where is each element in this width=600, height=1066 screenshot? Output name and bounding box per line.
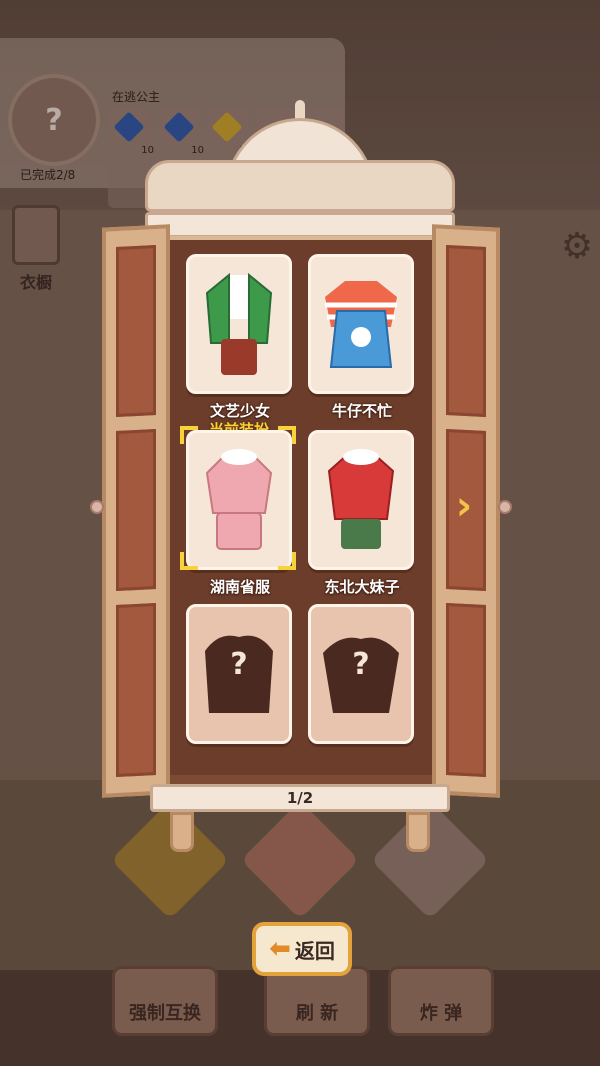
pink-pajama-outfit-icon xyxy=(205,449,273,550)
selection-bracket xyxy=(278,552,296,570)
outfit-name: 牛仔不忙 xyxy=(331,402,392,420)
arrow-left-icon: ⬅ xyxy=(269,934,291,964)
chevron-right-icon[interactable]: › xyxy=(448,482,480,530)
question-mark: ? xyxy=(352,647,370,682)
red-padded-coat-outfit-icon xyxy=(327,449,395,549)
overalls-outfit-icon xyxy=(325,281,397,368)
green-jacket-outfit-icon xyxy=(205,272,273,375)
outfit-name: 东北大妹子 xyxy=(324,578,400,596)
wardrobe-leg xyxy=(406,812,430,852)
question-mark: ? xyxy=(230,647,248,682)
outfit-card[interactable] xyxy=(308,254,414,394)
bomb-label: 炸 弹 xyxy=(419,1003,463,1024)
outfit-card-locked[interactable]: ? xyxy=(308,604,414,744)
outfit-name: 湖南省服 xyxy=(209,578,270,596)
door-knob-right xyxy=(498,500,512,514)
outfit-card[interactable] xyxy=(186,254,292,394)
force-swap-button[interactable]: 强制互换 xyxy=(112,966,218,1036)
back-label: 返回 xyxy=(294,938,335,963)
selection-bracket xyxy=(180,552,198,570)
outfit-name: 文艺少女 xyxy=(209,402,270,420)
selection-bracket xyxy=(180,426,198,444)
refresh-button[interactable]: 刷 新 xyxy=(264,966,370,1036)
back-button[interactable]: ⬅ 返回 xyxy=(252,922,352,976)
page-indicator: 1/2 xyxy=(150,784,450,812)
selection-bracket xyxy=(278,426,296,444)
outfit-card[interactable] xyxy=(308,430,414,570)
force-swap-label: 强制互换 xyxy=(129,1003,201,1024)
bomb-button[interactable]: 炸 弹 xyxy=(388,966,494,1036)
refresh-label: 刷 新 xyxy=(295,1003,339,1024)
outfit-card-locked[interactable]: ? xyxy=(186,604,292,744)
wardrobe-door-left xyxy=(102,224,170,798)
door-knob-left xyxy=(90,500,104,514)
outfit-card-current[interactable] xyxy=(186,430,292,570)
wardrobe-leg xyxy=(170,812,194,852)
wardrobe-crown xyxy=(145,100,455,240)
